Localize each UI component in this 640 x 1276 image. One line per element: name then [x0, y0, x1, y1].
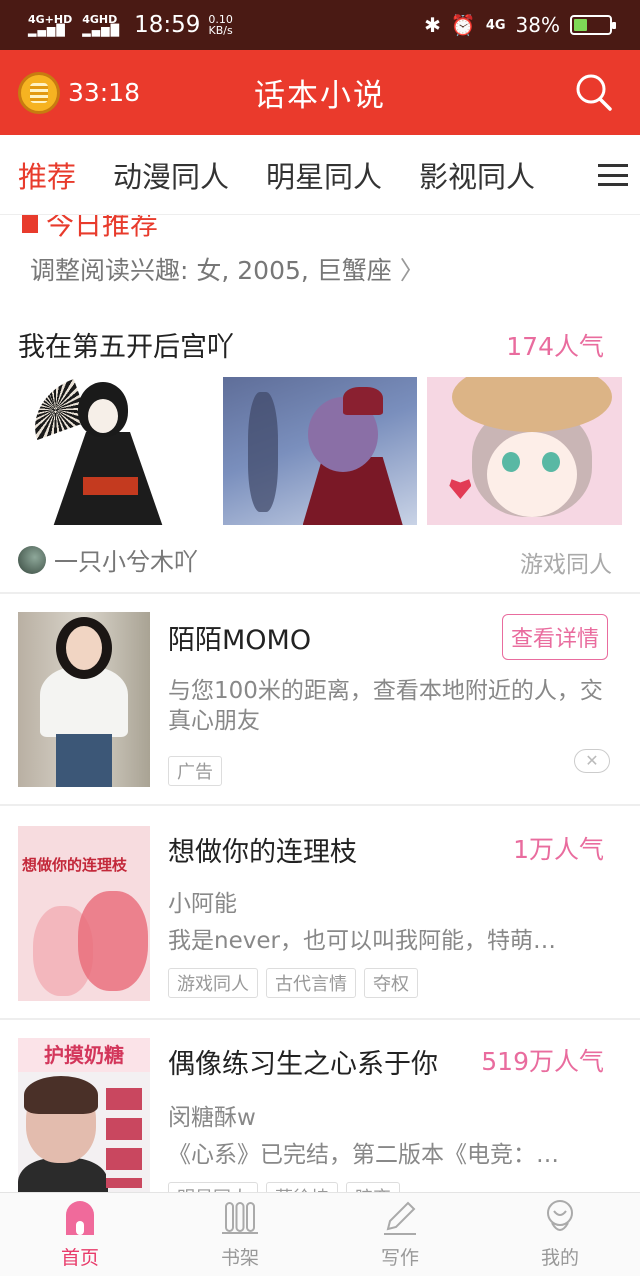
signal-indicator-1: 4G+HD ▂▄▆█: [28, 13, 73, 37]
close-ad-icon[interactable]: ✕: [574, 749, 610, 773]
book-popularity: 519万人气: [481, 1047, 604, 1076]
feature-image-1[interactable]: [18, 377, 213, 525]
nav-write[interactable]: 写作: [320, 1193, 480, 1276]
tab-celebrity-fanfic[interactable]: 明星同人: [266, 154, 382, 196]
book-tag: 夺权: [364, 968, 418, 998]
reading-timer[interactable]: 33:18: [18, 71, 141, 114]
book-cover: 想做你的连理枝: [18, 826, 150, 1001]
chevron-right-icon: 〉: [399, 256, 425, 285]
app-bar: 33:18 话本小说: [0, 50, 640, 135]
pencil-icon: [384, 1201, 416, 1235]
book-card[interactable]: 想做你的连理枝 想做你的连理枝 1万人气 小阿能 我是never，也可以叫我阿能…: [0, 806, 640, 1016]
adjust-interest-link[interactable]: 调整阅读兴趣: 女, 2005, 巨蟹座〉: [30, 251, 425, 287]
signal-indicator-2: 4GHD ▂▄▆█: [82, 13, 121, 37]
book-tag: 明星同人: [168, 1182, 258, 1192]
view-details-button[interactable]: 查看详情: [501, 614, 608, 660]
coin-clock-icon: [18, 71, 60, 114]
book-author: 闵糖酥w: [168, 1105, 256, 1131]
ad-title: 陌陌MOMO: [168, 625, 312, 656]
feature-genre: 游戏同人: [520, 552, 612, 578]
status-bar: 4G+HD ▂▄▆█ 4GHD ▂▄▆█ 18:59 0.10 KB/s ✱ ⏰…: [0, 0, 640, 50]
book-title: 偶像练习生之心系于你: [168, 1049, 438, 1080]
profile-icon: [547, 1200, 573, 1231]
feature-book-title[interactable]: 我在第五开后宫吖: [18, 325, 234, 364]
ad-description: 与您100米的距离，查看本地附近的人，交真心朋友: [168, 678, 603, 734]
book-description: 《心系》已完结，第二版本《电竞：…: [168, 1142, 559, 1168]
battery-icon: [570, 15, 616, 35]
status-time: 18:59: [134, 12, 201, 38]
book-author: 小阿能: [168, 891, 237, 917]
book-tag: 古代言情: [266, 968, 356, 998]
feature-image-3[interactable]: [427, 377, 623, 525]
search-icon[interactable]: [574, 72, 614, 112]
tab-recommend[interactable]: 推荐: [18, 154, 76, 196]
ad-card[interactable]: 陌陌MOMO 查看详情 与您100米的距离，查看本地附近的人，交真心朋友 广告 …: [0, 594, 640, 804]
ad-tag: 广告: [168, 756, 222, 786]
book-popularity: 1万人气: [513, 835, 604, 864]
book-tag: 暗恋: [346, 1182, 400, 1192]
battery-percent: 38%: [515, 13, 560, 37]
tab-anime-fanfic[interactable]: 动漫同人: [113, 154, 229, 196]
timer-text: 33:18: [68, 78, 141, 107]
bottom-navigation: 首页 书架 写作 我的: [0, 1192, 640, 1276]
feature-image-2[interactable]: [222, 377, 418, 525]
feature-image-strip[interactable]: [18, 377, 623, 525]
tab-tv-fanfic[interactable]: 影视同人: [419, 154, 535, 196]
network-speed: 0.10 KB/s: [208, 13, 233, 37]
category-tabs: 推荐 动漫同人 明星同人 影视同人: [0, 135, 640, 215]
feature-popularity: 174人气: [506, 332, 604, 361]
nav-home[interactable]: 首页: [0, 1193, 160, 1276]
book-card[interactable]: 护摸奶糖 偶像练习生之心系于你 519万人气 闵糖酥w 《心系》已完结，第二版本…: [0, 1020, 640, 1192]
feed[interactable]: 今日推荐 调整阅读兴趣: 女, 2005, 巨蟹座〉 我在第五开后宫吖 174人…: [0, 215, 640, 1192]
section-header: 今日推荐: [22, 215, 158, 243]
book-cover: 护摸奶糖: [18, 1038, 150, 1192]
bookshelf-icon: [222, 1202, 258, 1234]
alarm-icon: ⏰: [450, 13, 476, 37]
network-type: 4G: [485, 17, 506, 33]
feature-author[interactable]: 一只小兮木吖: [18, 542, 198, 577]
bluetooth-icon: ✱: [424, 13, 441, 37]
book-tag: 蔡徐坤: [266, 1182, 338, 1192]
author-avatar: [18, 545, 46, 574]
category-menu-icon[interactable]: [585, 135, 640, 214]
book-description: 我是never，也可以叫我阿能，特萌…: [168, 928, 556, 954]
book-title: 想做你的连理枝: [168, 837, 357, 868]
ad-image: [18, 612, 150, 787]
book-tag: 游戏同人: [168, 968, 258, 998]
nav-bookshelf[interactable]: 书架: [160, 1193, 320, 1276]
home-icon: [66, 1201, 94, 1235]
nav-profile[interactable]: 我的: [480, 1193, 640, 1276]
section-marker-icon: [22, 215, 38, 233]
